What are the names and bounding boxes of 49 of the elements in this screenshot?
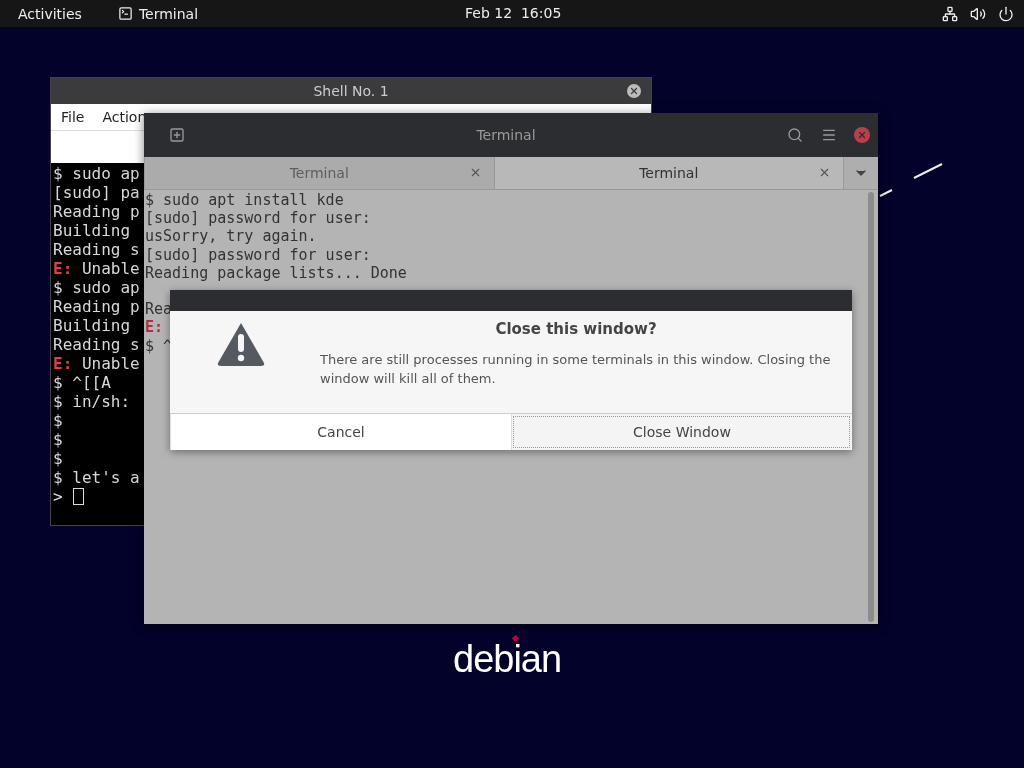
dialog-button[interactable]: Close Window bbox=[511, 414, 852, 450]
streak-drawing bbox=[878, 162, 944, 198]
terminal-line: Reading p bbox=[53, 202, 140, 221]
terminal-line: [sudo] password for user: bbox=[145, 245, 371, 264]
dialog-title: Close this window? bbox=[494, 320, 658, 338]
terminal-tab[interactable]: Terminal bbox=[493, 157, 843, 189]
terminal-line: $ let's a bbox=[53, 468, 140, 487]
dialog-button[interactable]: Cancel bbox=[170, 414, 511, 450]
scrollbar[interactable] bbox=[868, 192, 874, 622]
terminal-line: $ bbox=[53, 411, 63, 430]
error-label: E: bbox=[53, 354, 73, 373]
menu-item[interactable]: File bbox=[61, 109, 85, 125]
terminal-line: Reading s bbox=[53, 240, 140, 259]
error-label: E: bbox=[145, 318, 164, 337]
terminal-line: $ ^[[A bbox=[53, 373, 111, 392]
terminal-line: Building bbox=[53, 221, 131, 240]
close-icon[interactable] bbox=[627, 84, 641, 98]
window-title: Terminal bbox=[475, 127, 537, 143]
dialog-message: There are still processes running in some terminals in this window. Closing the window will kill all of them. bbox=[320, 351, 832, 388]
terminal-line: Reading s bbox=[53, 335, 140, 354]
terminal-line: [sudo] password for user: bbox=[145, 209, 371, 228]
clock[interactable]: Feb 12 16:05 bbox=[465, 5, 562, 21]
terminal-line: $ sudo apt install kde bbox=[145, 191, 344, 210]
window-title: Shell No. 1 bbox=[313, 83, 389, 99]
power-icon[interactable] bbox=[998, 5, 1014, 22]
network-icon[interactable] bbox=[942, 5, 958, 22]
close-icon[interactable] bbox=[854, 127, 870, 143]
terminal-line: > bbox=[53, 487, 63, 506]
cursor-icon bbox=[72, 488, 84, 505]
terminal-line: $ sudo ap bbox=[53, 278, 140, 297]
terminal-icon bbox=[117, 6, 133, 21]
terminal-line: Building bbox=[53, 316, 131, 335]
terminal-line: $ bbox=[53, 449, 63, 468]
close-icon[interactable] bbox=[818, 166, 831, 179]
volume-icon[interactable] bbox=[970, 5, 986, 22]
app-menu[interactable]: Terminal bbox=[117, 5, 199, 22]
logo: debian bbox=[453, 645, 562, 673]
error-label: E: bbox=[53, 259, 73, 278]
terminal-line: Unable bbox=[80, 259, 140, 278]
terminal-line: $ sudo ap bbox=[53, 164, 140, 183]
terminal-line: Reading package lists... Done bbox=[145, 263, 407, 282]
warning-icon bbox=[216, 321, 266, 367]
terminal-line: usSorry, try again. bbox=[145, 227, 317, 246]
terminal-line: Reading p bbox=[53, 297, 140, 316]
terminal-line: Unable bbox=[80, 354, 140, 373]
activities-button[interactable]: Activities bbox=[18, 5, 82, 22]
terminal-line: $ bbox=[53, 430, 63, 449]
terminal-line: [sudo] pa bbox=[53, 183, 140, 202]
terminal-line: $ in/sh: bbox=[53, 392, 131, 411]
